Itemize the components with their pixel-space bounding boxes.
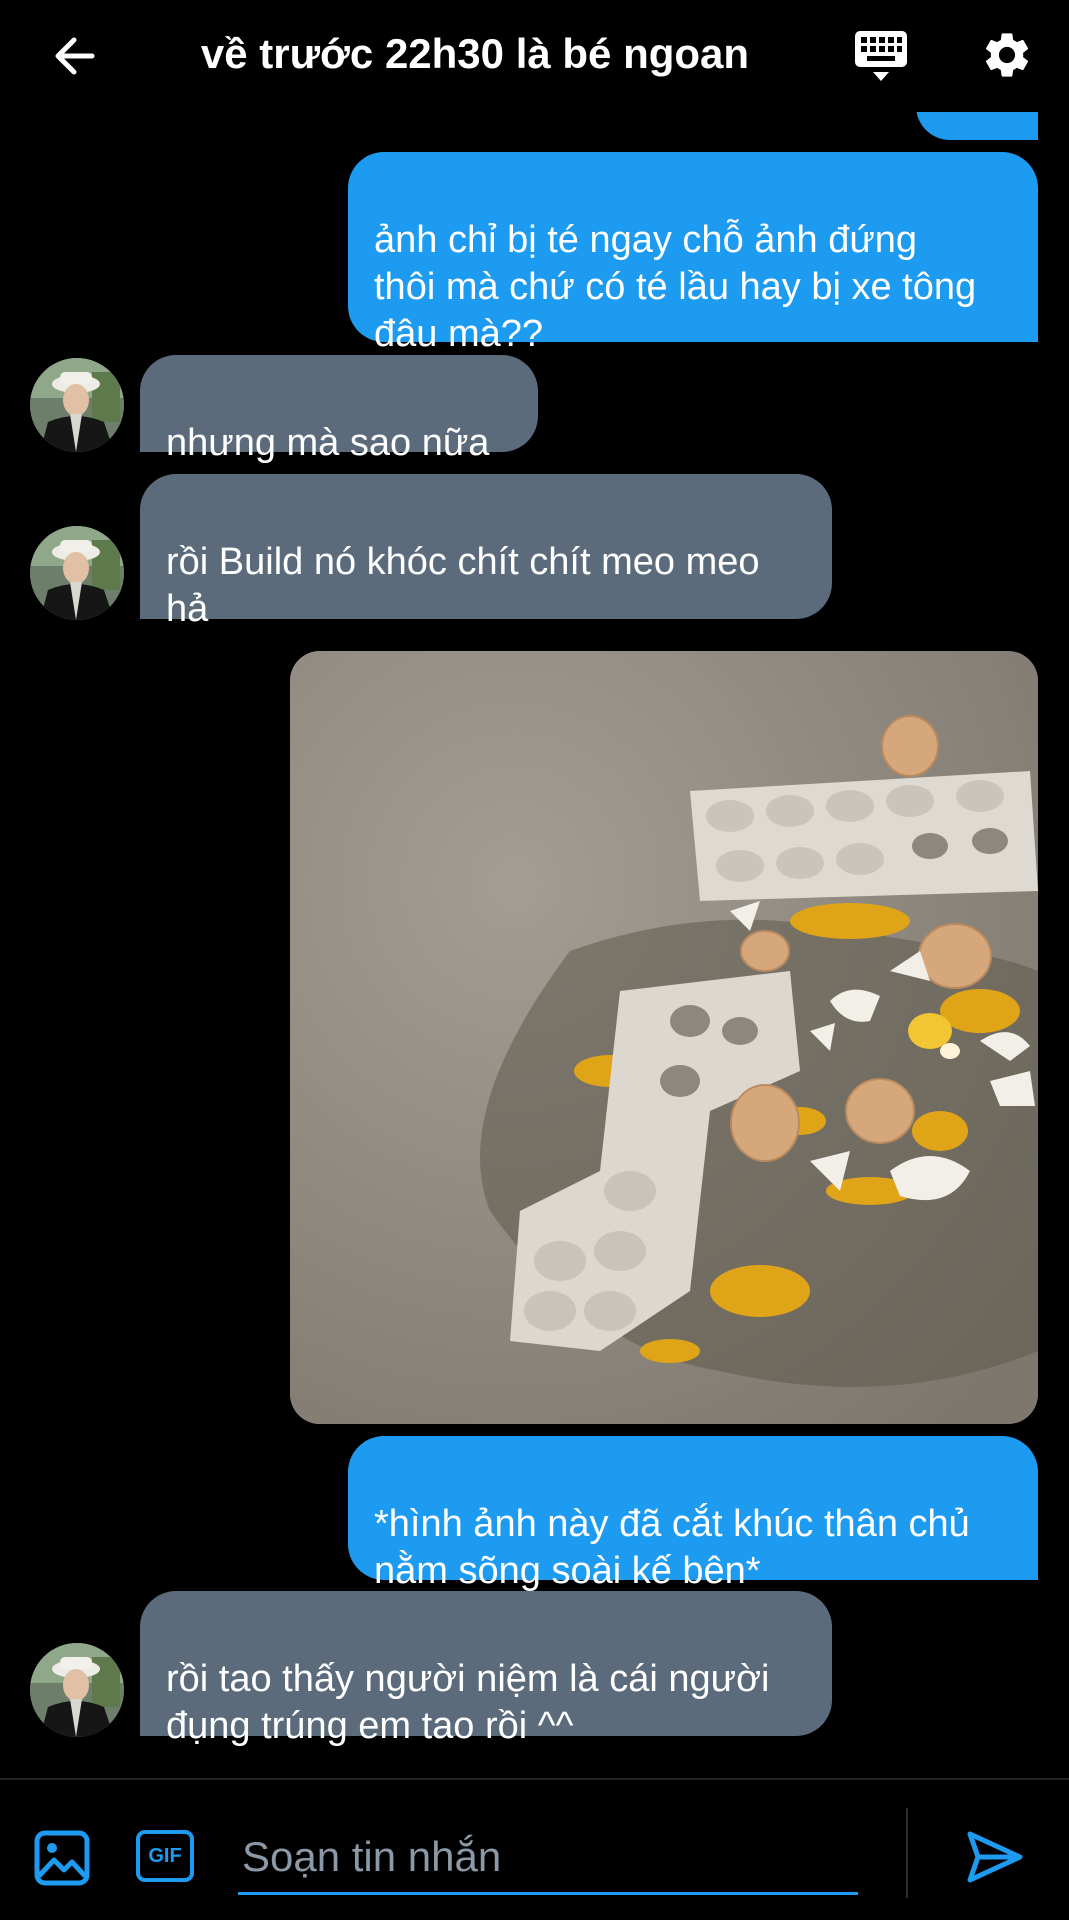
message-text: rồi Build nó khóc chít chít meo meo hả	[166, 541, 760, 630]
avatar[interactable]	[30, 1643, 124, 1737]
send-icon	[967, 1831, 1023, 1883]
gif-button[interactable]: GIF	[136, 1830, 194, 1882]
gif-label: GIF	[148, 1844, 182, 1867]
arrow-left-icon	[55, 37, 95, 75]
avatar[interactable]	[30, 358, 124, 452]
message-bubble-received[interactable]: rồi Build nó khóc chít chít meo meo hả	[140, 474, 832, 630]
message-bubble-sent-partial[interactable]	[916, 112, 1038, 140]
send-button[interactable]	[966, 1828, 1024, 1886]
message-bubble-received[interactable]: rồi tao thấy người niệm là cái người đụn…	[140, 1591, 832, 1747]
message-bubble-sent[interactable]: *hình ảnh này đã cắt khúc thân chủ nằm s…	[348, 1436, 1038, 1592]
message-bubble-received[interactable]: nhưng mà sao nữa	[140, 355, 538, 464]
message-text: ảnh chỉ bị té ngay chỗ ảnh đứng thôi mà …	[374, 219, 977, 355]
keyboard-toggle-button[interactable]	[848, 24, 914, 88]
gear-icon	[985, 33, 1029, 77]
message-image-sent[interactable]	[290, 651, 1038, 1424]
message-bubble-sent[interactable]: ảnh chỉ bị té ngay chỗ ảnh đứng thôi mà …	[348, 152, 1038, 355]
image-icon	[34, 1830, 90, 1886]
broken-eggs-photo	[290, 651, 1038, 1424]
message-list[interactable]: ảnh chỉ bị té ngay chỗ ảnh đứng thôi mà …	[0, 112, 1069, 1778]
user-avatar-icon	[30, 526, 124, 620]
back-button[interactable]	[44, 28, 104, 84]
divider	[906, 1808, 908, 1898]
user-avatar-icon	[30, 358, 124, 452]
message-input[interactable]	[238, 1822, 858, 1895]
settings-button[interactable]	[976, 24, 1038, 86]
chat-header: về trước 22h30 là bé ngoan	[0, 0, 1069, 112]
message-text: rồi tao thấy người niệm là cái người đụn…	[166, 1658, 770, 1747]
conversation-title: về trước 22h30 là bé ngoan	[200, 30, 750, 77]
keyboard-icon	[855, 31, 907, 81]
message-composer: GIF	[0, 1778, 1069, 1920]
avatar[interactable]	[30, 526, 124, 620]
message-text: nhưng mà sao nữa	[166, 422, 490, 464]
message-text: *hình ảnh này đã cắt khúc thân chủ nằm s…	[374, 1503, 970, 1592]
attach-image-button[interactable]	[34, 1830, 90, 1886]
user-avatar-icon	[30, 1643, 124, 1737]
